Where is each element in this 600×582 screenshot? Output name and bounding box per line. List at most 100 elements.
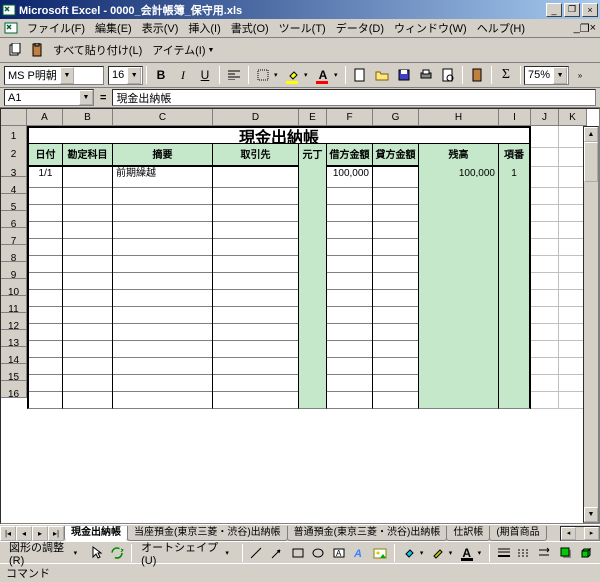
arrow-icon[interactable] (267, 542, 287, 563)
row-header-12[interactable]: 12 (1, 313, 27, 330)
cell-debit[interactable] (327, 381, 373, 409)
shadow-icon[interactable] (556, 542, 576, 563)
row-header-7[interactable]: 7 (1, 228, 27, 245)
col-header-D[interactable]: D (213, 109, 299, 126)
formula-equals-icon[interactable]: = (100, 92, 106, 104)
row-header-15[interactable]: 15 (1, 364, 27, 381)
zoom-combo[interactable]: 75%▼ (524, 66, 569, 85)
col-header-F[interactable]: F (327, 109, 373, 126)
menu-help[interactable]: ヘルプ(H) (472, 18, 530, 38)
paste-button[interactable] (466, 65, 488, 86)
autoshapes-button[interactable]: オートシェイプ(U)▾ (136, 542, 237, 563)
col-header-I[interactable]: I (499, 109, 531, 126)
font-size-combo[interactable]: 16▼ (108, 66, 143, 85)
cell-balance[interactable] (419, 381, 499, 409)
scroll-left-button[interactable]: ◂ (561, 527, 576, 540)
row-header-13[interactable]: 13 (1, 330, 27, 347)
font-color-button[interactable]: A (312, 65, 334, 86)
cell-summary[interactable] (113, 381, 213, 409)
close-button[interactable]: × (582, 3, 598, 17)
menu-file[interactable]: ファイル(F) (22, 18, 90, 38)
fill-color-dropdown[interactable]: ▾ (304, 71, 312, 79)
col-header-C[interactable]: C (113, 109, 213, 126)
autosum-button[interactable]: Σ (495, 65, 517, 86)
horizontal-scrollbar[interactable]: ◂ ▸ (560, 526, 600, 541)
col-header-A[interactable]: A (27, 109, 63, 126)
select-all-corner[interactable] (1, 109, 27, 126)
borders-button[interactable] (252, 65, 274, 86)
clipart-icon[interactable] (371, 542, 391, 563)
align-left-button[interactable] (223, 65, 245, 86)
row-header-5[interactable]: 5 (1, 194, 27, 211)
col-header-H[interactable]: H (419, 109, 499, 126)
line-style-icon[interactable] (494, 542, 514, 563)
scroll-up-button[interactable]: ▲ (584, 127, 598, 142)
save-button[interactable] (393, 65, 415, 86)
col-header-E[interactable]: E (299, 109, 327, 126)
line-icon[interactable] (247, 542, 267, 563)
row-header-11[interactable]: 11 (1, 296, 27, 313)
sheet-tab[interactable]: 現金出納帳 (64, 526, 128, 541)
font-color-dropdown[interactable]: ▾ (334, 71, 342, 79)
maximize-button[interactable]: ❐ (564, 3, 580, 17)
scroll-right-button[interactable]: ▸ (584, 527, 599, 540)
toolbar-more-button[interactable]: » (569, 65, 591, 86)
cell-credit[interactable] (373, 381, 419, 409)
fill-color-button[interactable] (282, 65, 304, 86)
col-header-K[interactable]: K (559, 109, 587, 126)
paste-all-button[interactable]: すべて貼り付け(L) (48, 40, 147, 61)
cell-moto[interactable] (299, 381, 327, 409)
fill-color-draw-button[interactable] (399, 542, 419, 563)
workbook-icon[interactable] (4, 21, 18, 35)
formula-input[interactable]: 現金出納帳 (112, 89, 596, 106)
select-objects-icon[interactable] (87, 542, 107, 563)
cell-item[interactable] (499, 381, 531, 409)
row-header-6[interactable]: 6 (1, 211, 27, 228)
doc-restore-button[interactable]: ❐ (580, 22, 590, 35)
items-button[interactable]: アイテム(I)▼ (147, 40, 220, 61)
font-combo[interactable]: MS P明朝▼ (4, 66, 104, 85)
bold-button[interactable]: B (150, 65, 172, 86)
sheet-tab[interactable]: 仕訳帳 (446, 526, 490, 541)
dash-style-icon[interactable] (514, 542, 534, 563)
col-header-J[interactable]: J (531, 109, 559, 126)
menu-insert[interactable]: 挿入(I) (183, 18, 225, 38)
font-color-draw-button[interactable]: A (457, 542, 477, 563)
row-header-9[interactable]: 9 (1, 262, 27, 279)
worksheet-grid[interactable]: ABCDEFGHIJK1現金出納帳2日付勘定科目摘要取引先元丁借方金額貸方金額残… (0, 108, 600, 524)
name-box[interactable]: A1▼ (4, 89, 94, 106)
doc-close-button[interactable]: × (590, 22, 596, 34)
3d-icon[interactable] (576, 542, 596, 563)
scroll-thumb[interactable] (584, 142, 598, 182)
sheet-tab[interactable]: (期首商品 (489, 526, 546, 541)
open-button[interactable] (371, 65, 393, 86)
menu-window[interactable]: ウィンドウ(W) (389, 18, 472, 38)
new-button[interactable] (349, 65, 371, 86)
col-header-G[interactable]: G (373, 109, 419, 126)
menu-data[interactable]: データ(D) (331, 18, 389, 38)
menu-view[interactable]: 表示(V) (137, 18, 184, 38)
print-button[interactable] (415, 65, 437, 86)
underline-button[interactable]: U (194, 65, 216, 86)
rectangle-icon[interactable] (288, 542, 308, 563)
minimize-button[interactable]: _ (546, 3, 562, 17)
print-preview-button[interactable] (437, 65, 459, 86)
arrow-style-icon[interactable] (535, 542, 555, 563)
draw-adjust-button[interactable]: 図形の調整(R)▾ (4, 542, 86, 563)
copy-icon[interactable] (4, 40, 26, 61)
wordart-icon[interactable]: A (350, 542, 370, 563)
row-header-3[interactable]: 3 (1, 160, 27, 177)
sheet-tab[interactable]: 普通預金(東京三菱・渋谷)出納帳 (287, 526, 448, 541)
row-header-16[interactable]: 16 (1, 381, 27, 398)
cell-date[interactable] (27, 381, 63, 409)
row-header-4[interactable]: 4 (1, 177, 27, 194)
row-header-8[interactable]: 8 (1, 245, 27, 262)
line-color-button[interactable] (428, 542, 448, 563)
oval-icon[interactable] (309, 542, 329, 563)
col-header-B[interactable]: B (63, 109, 113, 126)
borders-dropdown[interactable]: ▾ (274, 71, 282, 79)
cell-account[interactable] (63, 381, 113, 409)
menu-tools[interactable]: ツール(T) (274, 18, 331, 38)
row-header-14[interactable]: 14 (1, 347, 27, 364)
row-header-10[interactable]: 10 (1, 279, 27, 296)
